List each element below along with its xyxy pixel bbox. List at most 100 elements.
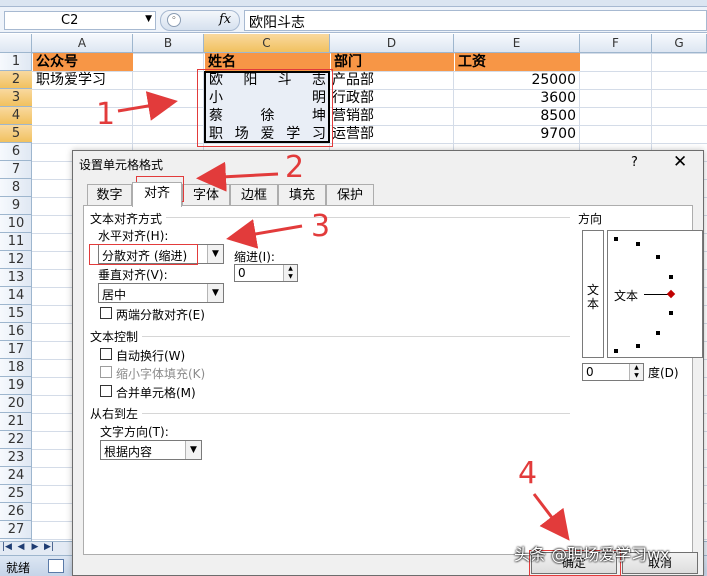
cell-e1[interactable]: 工资 bbox=[455, 53, 580, 71]
row-header[interactable]: 3 bbox=[0, 89, 32, 107]
degrees-value: 0 bbox=[586, 365, 594, 379]
name-box[interactable]: C2 ▼ bbox=[4, 11, 156, 30]
row-header[interactable]: 1 bbox=[0, 53, 32, 71]
row-header[interactable]: 13 bbox=[0, 269, 32, 287]
row-header[interactable]: 16 bbox=[0, 323, 32, 341]
row-header[interactable]: 19 bbox=[0, 377, 32, 395]
wrap-text-checkbox[interactable] bbox=[100, 348, 112, 360]
chevron-down-icon[interactable]: ▼ bbox=[207, 284, 223, 302]
column-header-b[interactable]: B bbox=[133, 34, 204, 52]
justify-distributed-checkbox[interactable] bbox=[100, 307, 112, 319]
row-header[interactable]: 20 bbox=[0, 395, 32, 413]
orientation-dial[interactable]: 文本 bbox=[607, 230, 703, 358]
column-header-d[interactable]: D bbox=[330, 34, 454, 52]
tab-fill[interactable]: 填充 bbox=[278, 184, 326, 206]
dialog-title: 设置单元格格式 bbox=[79, 158, 164, 172]
cell-d5[interactable]: 运营部 bbox=[332, 125, 454, 143]
close-button[interactable]: ✕ bbox=[673, 152, 687, 172]
indent-stepper[interactable]: 0 ▲ ▼ bbox=[234, 264, 298, 282]
row-header[interactable]: 7 bbox=[0, 161, 32, 179]
cell-e3[interactable]: 3600 bbox=[455, 89, 580, 107]
tab-protection[interactable]: 保护 bbox=[326, 184, 374, 206]
chevron-down-icon[interactable]: ▼ bbox=[207, 245, 223, 263]
tab-alignment[interactable]: 对齐 bbox=[132, 182, 182, 207]
column-header-f[interactable]: F bbox=[580, 34, 652, 52]
formula-input[interactable]: 欧阳斗志 bbox=[244, 10, 707, 31]
row-header[interactable]: 23 bbox=[0, 449, 32, 467]
spin-arrows-icon[interactable]: ▲ ▼ bbox=[629, 364, 643, 380]
row-header[interactable]: 27 bbox=[0, 521, 32, 539]
row-header[interactable]: 6 bbox=[0, 143, 32, 161]
tab-border[interactable]: 边框 bbox=[230, 184, 278, 206]
function-icon[interactable]: fx bbox=[219, 12, 231, 27]
row-header[interactable]: 5 bbox=[0, 125, 32, 143]
tab-number[interactable]: 数字 bbox=[87, 184, 132, 206]
divider bbox=[166, 217, 570, 218]
next-sheet-icon[interactable]: ▶ bbox=[28, 542, 42, 552]
prev-sheet-icon[interactable]: ◀ bbox=[14, 542, 28, 552]
cell-d4[interactable]: 营销部 bbox=[332, 107, 454, 125]
shrink-to-fit-checkbox bbox=[100, 366, 112, 378]
cell-a2[interactable]: 职场爱学习 bbox=[36, 71, 132, 89]
degrees-label: 度(D) bbox=[648, 366, 679, 380]
direction-select[interactable]: 根据内容 ▼ bbox=[100, 440, 202, 460]
section-text-alignment: 文本对齐方式 bbox=[90, 212, 163, 226]
vertical-text-toggle[interactable]: 文本 bbox=[582, 230, 604, 358]
select-all-corner[interactable] bbox=[0, 34, 32, 52]
dial-needle bbox=[644, 294, 668, 295]
cell-e2[interactable]: 25000 bbox=[455, 71, 580, 89]
merge-cells-label: 合并单元格(M) bbox=[116, 386, 196, 400]
status-ready: 就绪 bbox=[6, 561, 31, 575]
column-header-a[interactable]: A bbox=[32, 34, 133, 52]
row-header[interactable]: 12 bbox=[0, 251, 32, 269]
vertical-select[interactable]: 居中 ▼ bbox=[98, 283, 224, 303]
spin-arrows-icon[interactable]: ▲ ▼ bbox=[283, 265, 297, 281]
row-header[interactable]: 15 bbox=[0, 305, 32, 323]
cell-d1[interactable]: 部门 bbox=[331, 53, 454, 71]
cell-a1[interactable]: 公众号 bbox=[33, 53, 133, 71]
cell-e5[interactable]: 9700 bbox=[455, 125, 580, 143]
dial-text-sample: 文本 bbox=[614, 289, 639, 303]
dial-dot bbox=[656, 331, 660, 335]
last-sheet-icon[interactable]: ▶| bbox=[42, 542, 56, 552]
shrink-to-fit-label: 缩小字体填充(K) bbox=[116, 367, 206, 381]
row-header[interactable]: 17 bbox=[0, 341, 32, 359]
macro-record-icon[interactable] bbox=[48, 559, 64, 573]
dial-dot bbox=[614, 349, 618, 353]
indent-label: 缩进(I): bbox=[234, 250, 275, 264]
row-header[interactable]: 18 bbox=[0, 359, 32, 377]
column-header-c[interactable]: C bbox=[204, 34, 330, 52]
chevron-down-icon[interactable]: ▼ bbox=[145, 14, 152, 24]
dial-dot bbox=[614, 237, 618, 241]
row-header[interactable]: 4 bbox=[0, 107, 32, 125]
column-header-e[interactable]: E bbox=[454, 34, 580, 52]
formula-bar: C2 ▼ ◦ fx 欧阳斗志 bbox=[0, 7, 707, 33]
row-header[interactable]: 2 bbox=[0, 71, 32, 89]
row-header[interactable]: 26 bbox=[0, 503, 32, 521]
row-header[interactable]: 14 bbox=[0, 287, 32, 305]
cell-d3[interactable]: 行政部 bbox=[332, 89, 454, 107]
merge-cells-checkbox[interactable] bbox=[100, 385, 112, 397]
direction-value: 根据内容 bbox=[104, 445, 153, 459]
row-header[interactable]: 11 bbox=[0, 233, 32, 251]
row-header[interactable]: 9 bbox=[0, 197, 32, 215]
expand-icon[interactable]: ◦ bbox=[167, 13, 181, 27]
row-header[interactable]: 25 bbox=[0, 485, 32, 503]
annotation-box-range bbox=[197, 69, 333, 147]
row-header[interactable]: 24 bbox=[0, 467, 32, 485]
annotation-box-horizontal bbox=[89, 244, 198, 265]
cell-e4[interactable]: 8500 bbox=[455, 107, 580, 125]
chevron-down-icon[interactable]: ▼ bbox=[185, 441, 201, 459]
row-header[interactable]: 21 bbox=[0, 413, 32, 431]
row-header[interactable]: 10 bbox=[0, 215, 32, 233]
tab-font[interactable]: 字体 bbox=[182, 184, 230, 206]
first-sheet-icon[interactable]: |◀ bbox=[0, 542, 14, 552]
annotation-step-1: 1 bbox=[96, 97, 116, 132]
column-header-g[interactable]: G bbox=[652, 34, 707, 52]
row-header[interactable]: 8 bbox=[0, 179, 32, 197]
cell-d2[interactable]: 产品部 bbox=[332, 71, 454, 89]
row-header[interactable]: 22 bbox=[0, 431, 32, 449]
degrees-stepper[interactable]: 0 ▲ ▼ bbox=[582, 363, 644, 381]
help-button[interactable]: ? bbox=[631, 155, 638, 170]
dial-handle[interactable] bbox=[666, 289, 676, 299]
